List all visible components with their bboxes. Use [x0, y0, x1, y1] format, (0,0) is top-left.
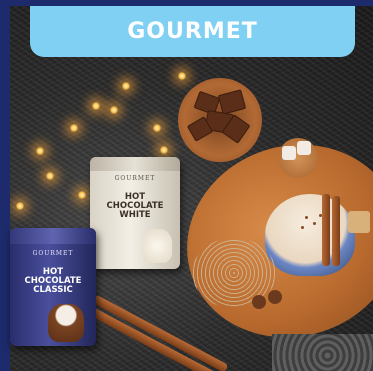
brand-banner: GOURMET	[30, 6, 355, 57]
marshmallow	[297, 141, 311, 155]
fairy-light	[46, 172, 54, 180]
chocolate-chunk	[217, 89, 247, 115]
fairy-light	[16, 202, 24, 210]
product-name: HOT CHOCOLATE WHITE	[106, 192, 164, 220]
product-cup-image	[48, 304, 84, 342]
product-can-hot-chocolate-classic: GOURMET HOT CHOCOLATE CLASSIC	[10, 228, 96, 346]
fairy-light	[122, 82, 130, 90]
product-brand: GOURMET	[32, 250, 74, 257]
chocolate-piece	[348, 211, 370, 233]
cocoa-sprinkle	[305, 216, 308, 219]
fairy-light	[36, 147, 44, 155]
marshmallow	[282, 146, 296, 160]
fairy-light	[92, 102, 100, 110]
cocoa-sprinkle	[301, 226, 304, 229]
fairy-light	[110, 106, 118, 114]
fairy-light	[178, 72, 186, 80]
product-can-hot-chocolate-white: GOURMET HOT CHOCOLATE WHITE	[90, 157, 180, 269]
fairy-light	[78, 191, 86, 199]
star-anise	[268, 290, 282, 304]
can-lid	[90, 157, 180, 171]
chocolate-bowl	[178, 78, 262, 162]
knit-blanket	[272, 334, 373, 371]
product-name: HOT CHOCOLATE CLASSIC	[24, 267, 82, 295]
fairy-light	[160, 146, 168, 154]
star-anise	[252, 295, 266, 309]
product-cup-image	[142, 229, 172, 263]
fairy-light	[153, 124, 161, 132]
can-lid	[10, 228, 96, 244]
fairy-light	[70, 124, 78, 132]
hot-chocolate-mug	[265, 194, 355, 276]
product-brand: GOURMET	[114, 175, 156, 182]
banner-title: GOURMET	[127, 19, 258, 44]
cinnamon-stick	[332, 196, 340, 266]
cocoa-sprinkle	[313, 222, 316, 225]
cinnamon-stick	[322, 194, 330, 266]
